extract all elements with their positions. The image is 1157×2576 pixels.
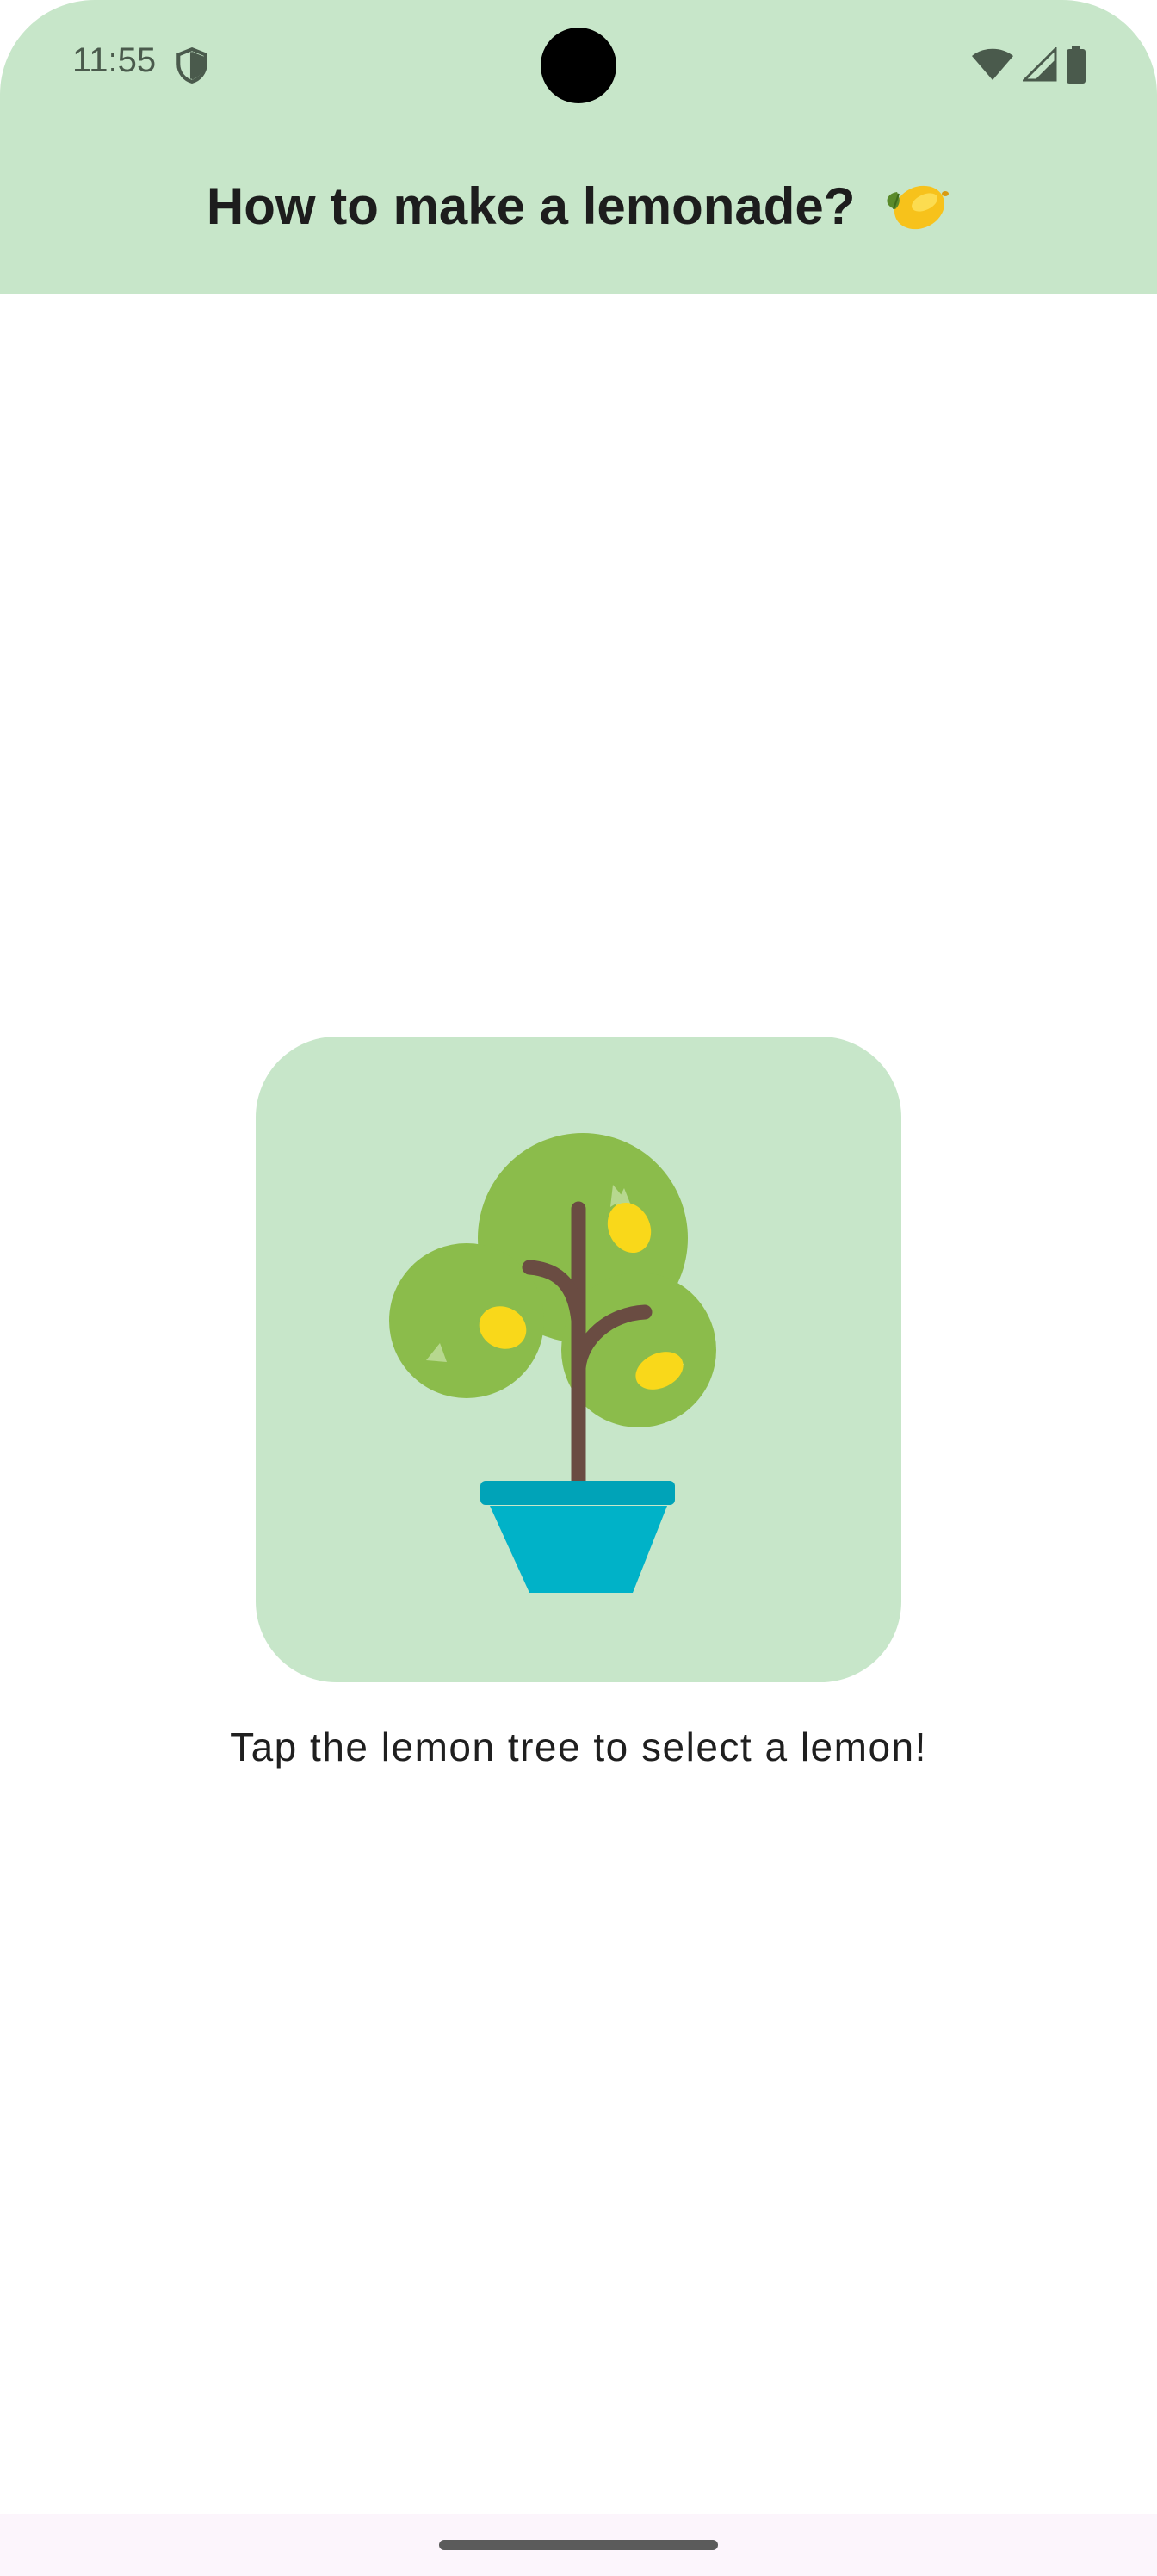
top-app-bar: 11:55 How to make a lemonade?	[0, 0, 1157, 294]
status-time: 11:55	[72, 41, 157, 79]
camera-cutout	[541, 28, 616, 103]
lemonade-screen: 11:55 How to make a lemonade? Tap the le…	[0, 0, 1157, 2576]
instruction-text: Tap the lemon tree to select a lemon!	[230, 1725, 927, 1769]
page-title: How to make a lemonade?	[0, 176, 1157, 237]
lemon-tree-icon	[389, 1133, 716, 1593]
lemon-tree-button[interactable]	[256, 1037, 901, 1682]
status-icons	[971, 45, 1086, 84]
page-title-text: How to make a lemonade?	[206, 177, 856, 235]
gesture-handle[interactable]	[439, 2540, 718, 2550]
shield-icon	[176, 46, 207, 84]
wifi-icon	[972, 48, 1013, 80]
lemon-emoji-icon	[887, 185, 950, 230]
status-bar: 11:55	[0, 0, 1157, 129]
signal-icon	[1023, 47, 1057, 82]
battery-icon	[1067, 46, 1086, 84]
